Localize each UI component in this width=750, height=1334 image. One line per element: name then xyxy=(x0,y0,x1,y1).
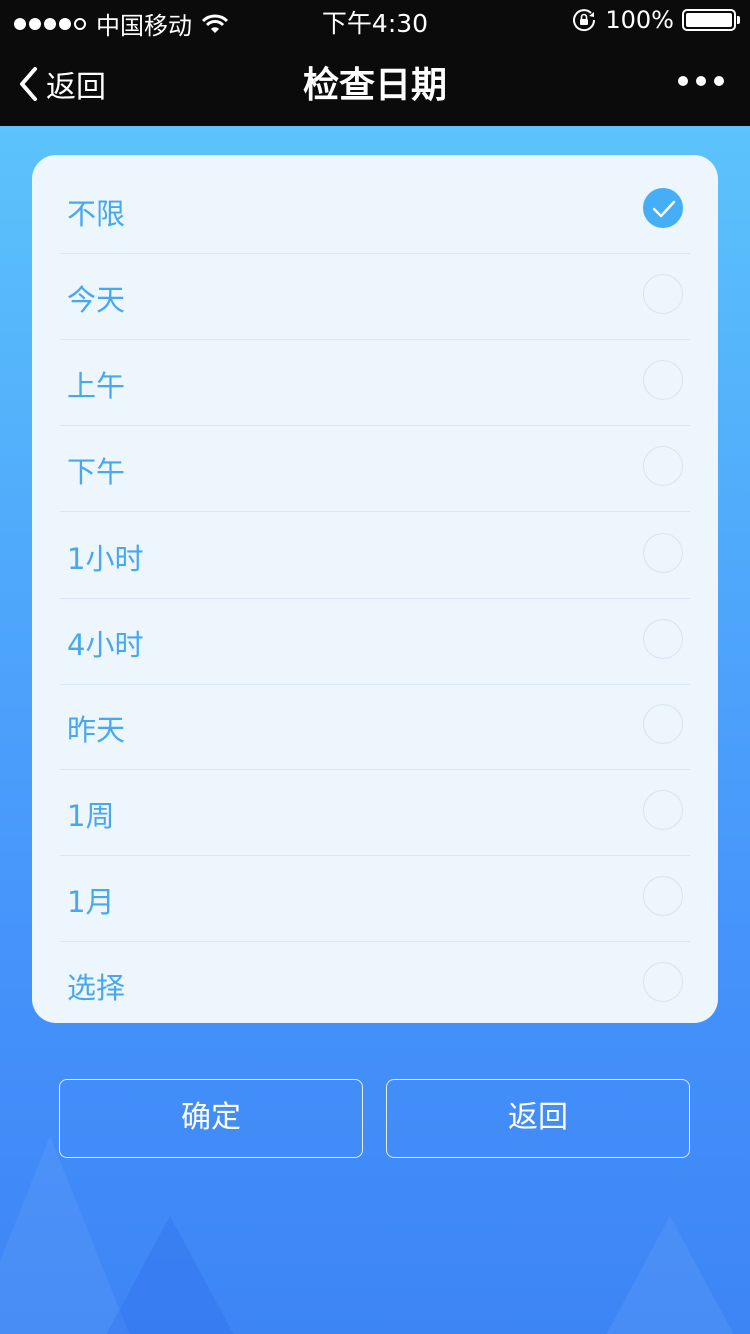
main-content: 不限今天上午下午 1小时 4小时昨天 1周 1月选择 确定 返回 xyxy=(0,126,750,1334)
date-option-list: 不限今天上午下午 1小时 4小时昨天 1周 1月选择 xyxy=(32,155,718,1023)
option-label: 下午 xyxy=(67,455,126,489)
option-row[interactable]: 1周 xyxy=(60,769,690,856)
background-triangle xyxy=(600,1216,740,1334)
option-row[interactable]: 4小时 xyxy=(60,598,690,685)
rotation-lock-icon xyxy=(573,9,596,32)
option-label: 1月 xyxy=(67,885,115,919)
status-right: 100% xyxy=(571,6,740,34)
radio-unchecked-icon[interactable] xyxy=(643,704,683,744)
radio-unchecked-icon[interactable] xyxy=(643,790,683,830)
option-row[interactable]: 选择 xyxy=(60,941,690,1023)
option-label: 上午 xyxy=(67,369,126,403)
option-label: 4小时 xyxy=(67,628,144,662)
radio-unchecked-icon[interactable] xyxy=(643,533,683,573)
option-row[interactable]: 不限 xyxy=(60,167,690,254)
radio-unchecked-icon[interactable] xyxy=(643,274,683,314)
nav-bar: 返回 检查日期 xyxy=(0,40,750,126)
option-row[interactable]: 1月 xyxy=(60,855,690,942)
radio-unchecked-icon[interactable] xyxy=(643,962,683,1002)
option-row[interactable]: 上午 xyxy=(60,339,690,426)
battery-icon xyxy=(682,9,740,31)
battery-percent: 100% xyxy=(605,6,674,34)
option-label: 1周 xyxy=(67,799,115,833)
option-label: 不限 xyxy=(67,197,126,231)
page-title: 检查日期 xyxy=(302,65,447,106)
option-label: 1小时 xyxy=(67,542,144,576)
confirm-button[interactable]: 确定 xyxy=(59,1079,363,1158)
checkmark-icon xyxy=(652,200,676,218)
option-row[interactable]: 1小时 xyxy=(60,512,690,599)
radio-unchecked-icon[interactable] xyxy=(643,619,683,659)
option-row[interactable]: 下午 xyxy=(60,425,690,512)
return-button[interactable]: 返回 xyxy=(386,1079,690,1158)
radio-checked-icon[interactable] xyxy=(643,188,683,228)
option-row[interactable]: 今天 xyxy=(60,253,690,340)
radio-unchecked-icon[interactable] xyxy=(643,360,683,400)
background-triangle xyxy=(100,1216,240,1334)
more-icon[interactable] xyxy=(678,76,724,86)
option-label: 选择 xyxy=(67,971,126,1005)
radio-unchecked-icon[interactable] xyxy=(643,446,683,486)
option-row[interactable]: 昨天 xyxy=(60,683,690,770)
option-label: 昨天 xyxy=(67,713,126,747)
status-bar: 中国移动 下午4:30 100% xyxy=(0,0,750,40)
radio-unchecked-icon[interactable] xyxy=(643,876,683,916)
option-label: 今天 xyxy=(67,283,126,317)
